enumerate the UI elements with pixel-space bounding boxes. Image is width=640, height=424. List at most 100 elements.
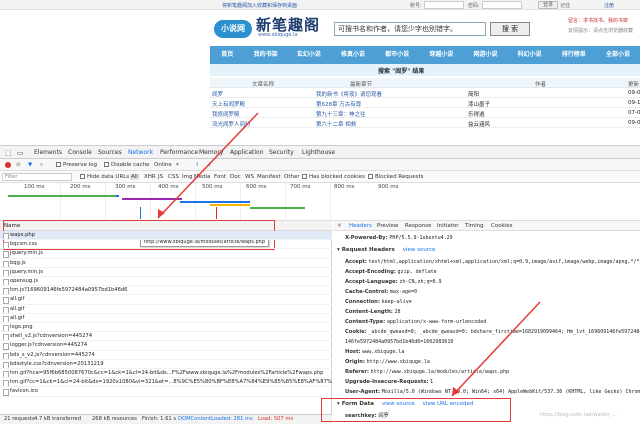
blocked-cookies-checkbox[interactable]: Has blocked cookies xyxy=(302,174,365,180)
tab-memory[interactable]: Memory xyxy=(199,149,223,156)
book-name-link[interactable]: 阎罗 xyxy=(212,90,223,98)
nav-chuanyue[interactable]: 穿越小说 xyxy=(419,46,463,64)
request-row[interactable]: logger.js?cdnversion=445274 xyxy=(0,341,332,351)
account-input[interactable] xyxy=(424,1,464,9)
filter-type-manifest[interactable]: Manifest xyxy=(257,174,280,180)
device-toolbar-icon[interactable]: ▭ xyxy=(17,149,24,157)
tab-application[interactable]: Application xyxy=(230,149,264,156)
request-row[interactable]: jquery.min.js xyxy=(0,268,332,277)
chapter-link[interactable]: 我的新书《将夜》请您观看 xyxy=(316,90,382,98)
filter-type-xhr[interactable]: XHR xyxy=(144,174,156,180)
nav-bookshelf[interactable]: 我的书架 xyxy=(245,46,287,64)
header-value: gzip, deflate xyxy=(397,269,437,275)
tab-timing[interactable]: Timing xyxy=(465,223,484,229)
filter-type-css[interactable]: CSS xyxy=(168,174,179,180)
side-link-primary[interactable]: 留言：求书找书。我的书架 xyxy=(568,17,628,24)
status-load: Load: 507 ms xyxy=(258,416,294,422)
filter-type-doc[interactable]: Doc xyxy=(230,174,241,180)
filter-type-font[interactable]: Font xyxy=(214,174,226,180)
search-button[interactable]: 搜 索 xyxy=(490,22,530,36)
clear-icon[interactable]: ⊘ xyxy=(16,162,21,168)
request-row[interactable]: logo.png xyxy=(0,323,332,333)
preserve-log-checkbox[interactable]: Preserve log xyxy=(56,162,97,168)
request-row[interactable]: all.gif xyxy=(0,314,332,323)
request-row[interactable]: hm.js?169609146fe5972484a0957bd1b46d6 xyxy=(0,286,332,296)
request-row[interactable]: hm.gif?hca=95f6b6850087670c&cc=1&ck=1&cl… xyxy=(0,369,332,379)
tab-sources[interactable]: Sources xyxy=(98,149,122,156)
nav-wangyou[interactable]: 网游小说 xyxy=(463,46,507,64)
chapter-link[interactable]: 第九十三章：神之往 xyxy=(316,110,366,118)
hide-data-urls-checkbox[interactable]: Hide data URLs xyxy=(80,174,129,180)
search-icon[interactable]: ⌕ xyxy=(40,162,43,169)
request-row[interactable]: bdsstyle.css?cdnversion=20131219 xyxy=(0,360,332,369)
nav-home[interactable]: 首页 xyxy=(210,46,245,64)
nav-xuanhuan[interactable]: 玄幻小说 xyxy=(287,46,331,64)
view-source-link[interactable]: view source xyxy=(403,247,436,253)
book-name-link[interactable]: 我修阎罗殿 xyxy=(212,110,240,118)
website-area: 将新笔趣阁加入收藏和保存到桌面 账号: 密码: 登录 记住 注册 小说网 新笔趣… xyxy=(0,0,640,134)
filter-type-media[interactable]: Media xyxy=(194,174,211,180)
remember-label[interactable]: 记住 xyxy=(560,2,570,9)
timeline-bar xyxy=(250,207,305,209)
nav-xiuzhen[interactable]: 修真小说 xyxy=(331,46,375,64)
tab-response[interactable]: Response xyxy=(405,223,431,229)
throttling-select[interactable]: Online xyxy=(154,162,172,168)
filter-type-ws[interactable]: WS xyxy=(245,174,254,180)
tab-initiator[interactable]: Initiator xyxy=(437,223,458,229)
blocked-requests-checkbox[interactable]: Blocked Requests xyxy=(368,174,424,180)
date-cell: 09-0 xyxy=(628,90,640,96)
request-row[interactable]: hm.gif?cc=1&ck=1&cl=24-bit&ds=1920x1080&… xyxy=(0,378,332,388)
request-row[interactable]: jquery.min.js xyxy=(0,249,332,259)
filter-type-other[interactable]: Other xyxy=(284,174,300,180)
request-row[interactable]: waps.php xyxy=(0,231,332,241)
nav-kehuan[interactable]: 科幻小说 xyxy=(508,46,552,64)
record-icon[interactable] xyxy=(5,162,11,168)
tab-preview[interactable]: Preview xyxy=(377,223,398,229)
request-row[interactable]: bds_s_v2.js?cdnversion=445274 xyxy=(0,351,332,360)
nav-dushi[interactable]: 都市小说 xyxy=(375,46,419,64)
tab-network[interactable]: Network xyxy=(128,149,154,160)
filter-icon[interactable]: ▼ xyxy=(28,162,32,168)
request-row[interactable]: all.gif xyxy=(0,295,332,305)
request-row[interactable]: bqcsm.css xyxy=(0,240,332,250)
request-headers-section[interactable]: ▾ Request Headers view source xyxy=(337,247,435,253)
export-har-icon[interactable]: ⭣ xyxy=(208,162,211,169)
chapter-link[interactable]: 第628章 万古有尊 xyxy=(316,100,361,108)
timeline-bar xyxy=(116,195,119,197)
filter-type-js[interactable]: JS xyxy=(158,174,163,180)
search-input[interactable]: 可搜书名和作者，请您少字也别错字。 xyxy=(334,22,486,36)
dcl-marker xyxy=(140,207,141,219)
disable-cache-checkbox[interactable]: Disable cache xyxy=(104,162,149,168)
login-button[interactable]: 登录 xyxy=(538,1,559,9)
password-input[interactable] xyxy=(482,1,522,9)
filter-type-all[interactable]: All xyxy=(130,174,139,180)
filter-type-img[interactable]: Img xyxy=(182,174,192,180)
request-row[interactable]: opensug.js xyxy=(0,277,332,287)
network-overview-timeline[interactable]: 100 ms 200 ms 300 ms 400 ms 500 ms 600 m… xyxy=(0,183,640,221)
filter-input[interactable]: Filter xyxy=(2,173,72,181)
tab-performance[interactable]: Performance xyxy=(160,149,198,156)
nav-ranking[interactable]: 排行榜单 xyxy=(552,46,596,64)
request-header-line: Content-Type: application/x-www-form-url… xyxy=(345,319,486,325)
tab-security[interactable]: Security xyxy=(269,149,294,156)
chevron-down-icon[interactable]: ▾ xyxy=(176,162,179,168)
book-name-link[interactable]: 流光阎罗人间行 xyxy=(212,120,251,128)
request-row[interactable]: shell_v2.js?cdnversion=445274 xyxy=(0,332,332,342)
tab-lighthouse[interactable]: Lighthouse xyxy=(302,149,335,156)
inspect-icon[interactable]: ⬚ xyxy=(5,149,12,157)
chapter-link[interactable]: 第六十二章 相救 xyxy=(316,120,356,128)
import-har-icon[interactable]: ⭡ xyxy=(196,162,199,169)
tab-console[interactable]: Console xyxy=(68,149,92,156)
nav-all[interactable]: 全部小说 xyxy=(596,46,640,64)
request-row[interactable]: bqg.js xyxy=(0,259,332,268)
register-link[interactable]: 注册 xyxy=(604,2,614,9)
site-logo[interactable]: 小说网 新笔趣阁 www.xbiquge.la xyxy=(214,14,326,40)
request-row[interactable]: all.gif xyxy=(0,305,332,314)
tab-elements[interactable]: Elements xyxy=(34,149,62,156)
bookmark-notice-link[interactable]: 将新笔趣阁加入收藏和保存到桌面 xyxy=(222,2,297,9)
tab-headers[interactable]: Headers xyxy=(349,223,372,229)
book-name-link[interactable]: 天上有阎罗殿 xyxy=(212,100,245,108)
close-icon[interactable]: ✕ xyxy=(337,223,342,229)
tab-cookies[interactable]: Cookies xyxy=(491,223,513,229)
request-row[interactable]: favicon.ico xyxy=(0,387,332,397)
